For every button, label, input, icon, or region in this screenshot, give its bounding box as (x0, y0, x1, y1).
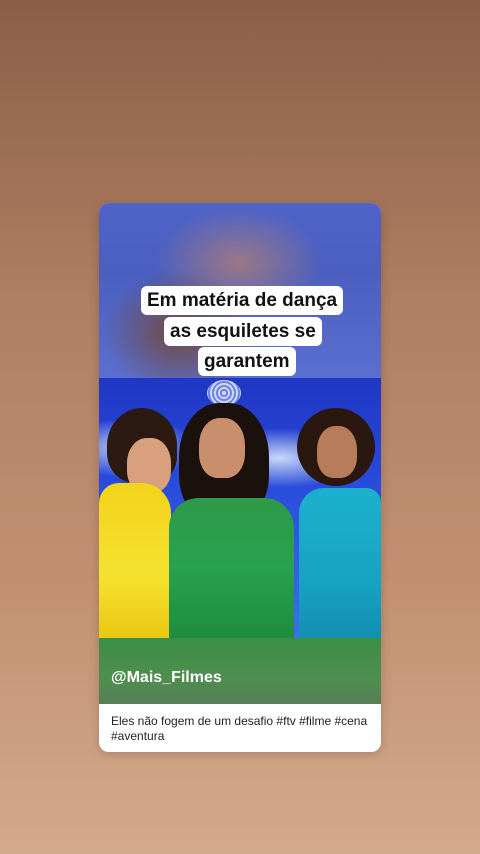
caption-line: Em matéria de dança (141, 286, 344, 315)
dancer-center-green-dress (169, 498, 294, 638)
caption-line: garantem (198, 347, 296, 376)
dancer-left-yellow-dress (99, 483, 171, 638)
dancer-right-face (317, 426, 357, 478)
post-description: Eles não fogem de um desafio #ftv #filme… (99, 704, 381, 752)
story-media[interactable]: Em matéria de dança as esquiletes se gar… (99, 203, 381, 704)
dancer-right-teal-dress (299, 488, 381, 638)
dancer-center-face (199, 418, 245, 478)
story-card[interactable]: Em matéria de dança as esquiletes se gar… (99, 203, 381, 752)
movie-scene-image (99, 378, 381, 638)
account-handle-link[interactable]: @Mais_Filmes (111, 669, 222, 687)
caption-line: as esquiletes se (164, 317, 322, 346)
